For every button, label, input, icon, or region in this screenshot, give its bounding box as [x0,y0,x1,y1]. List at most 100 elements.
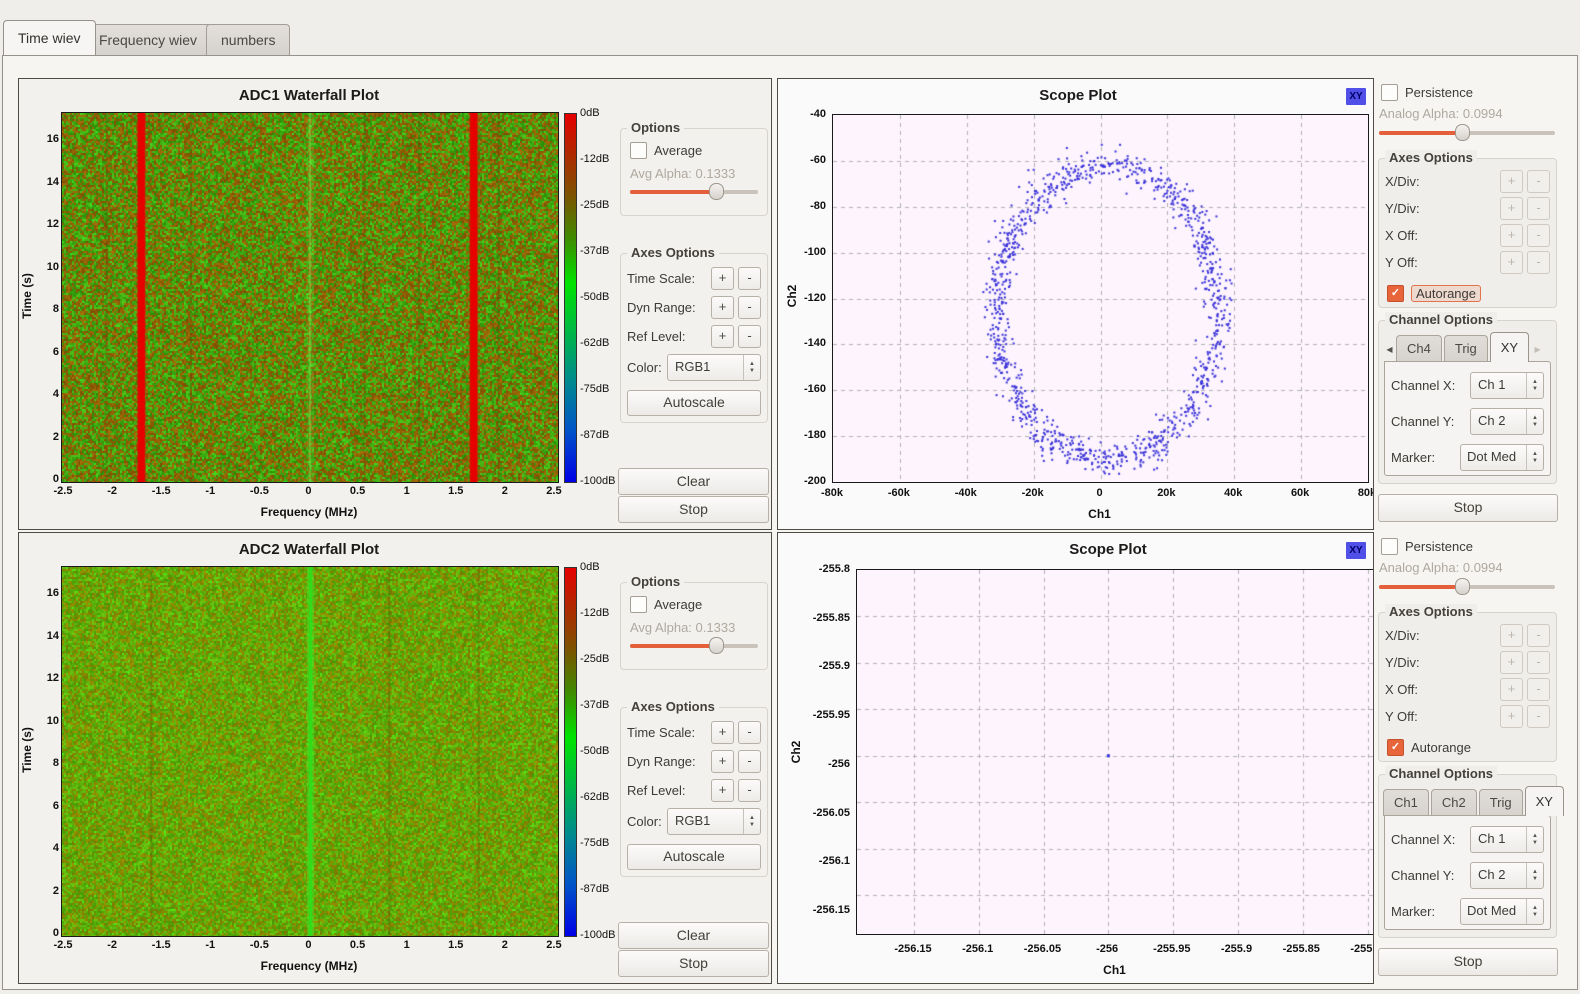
tab-frequency-view[interactable]: Frequency wiev [84,24,212,55]
tab-scroll-left-icon[interactable]: ◀ [1383,338,1396,362]
spin-arrows[interactable]: ▲▼ [1526,373,1543,398]
x-div-minus-button[interactable]: - [1527,170,1550,193]
tab-scroll-right-icon[interactable]: ▶ [1531,338,1544,362]
channel-y-spinbox[interactable]: Ch 2 ▲▼ [1470,408,1544,435]
spin-arrows[interactable]: ▲▼ [1526,445,1543,470]
marker-spinbox[interactable]: Dot Med ▲▼ [1460,898,1544,925]
time-scale-plus-button[interactable]: + [711,267,734,290]
dyn-range-minus-button[interactable]: - [738,750,761,773]
persistence-checkbox[interactable] [1381,538,1398,555]
time-scale-minus-button[interactable]: - [738,721,761,744]
avg-alpha-slider[interactable] [630,637,758,655]
ref-level-plus-button[interactable]: + [711,779,734,802]
y-off-plus-button[interactable]: + [1500,705,1523,728]
x-div-minus-button[interactable]: - [1527,624,1550,647]
tab-time-view[interactable]: Time wiev [3,20,96,55]
channel-tab-bar: Ch1Ch2TrigXY [1383,787,1553,816]
tick-label: 0 [284,939,332,951]
analog-alpha-slider[interactable] [1379,124,1555,142]
avg-alpha-slider[interactable] [630,183,758,201]
tick-label: -60 [810,152,826,168]
ref-level-label: Ref Level: [627,329,686,344]
marker-spinbox[interactable]: Dot Med ▲▼ [1460,444,1544,471]
dyn-range-plus-button[interactable]: + [711,750,734,773]
autorange-label[interactable]: Autorange [1411,740,1471,755]
spin-arrows[interactable]: ▲▼ [1526,899,1543,924]
clear-button[interactable]: Clear [618,468,769,495]
x-off-plus-button[interactable]: + [1500,678,1523,701]
stop-button[interactable]: Stop [1378,948,1558,976]
ref-level-minus-button[interactable]: - [738,779,761,802]
x-axis-label: Ch1 [832,507,1367,521]
tick-label: -256.15 [883,943,943,955]
spin-arrows[interactable]: ▲▼ [743,809,760,834]
x-off-minus-button[interactable]: - [1527,678,1550,701]
channel-x-spinbox[interactable]: Ch 1 ▲▼ [1470,372,1544,399]
dyn-range-label: Dyn Range: [627,300,696,315]
stop-button[interactable]: Stop [618,950,769,977]
ref-level-minus-button[interactable]: - [738,325,761,348]
autorange-label[interactable]: Autorange [1411,285,1481,302]
color-spinbox[interactable]: RGB1 ▲▼ [667,808,761,835]
y-div-minus-button[interactable]: - [1527,197,1550,220]
y-off-minus-button[interactable]: - [1527,251,1550,274]
channel-tab-ch2[interactable]: Ch2 [1431,789,1477,816]
tick-label: 10 [47,713,59,729]
x-div-plus-button[interactable]: + [1500,624,1523,647]
x-off-minus-button[interactable]: - [1527,224,1550,247]
autorange-checkbox[interactable]: ✓ [1387,739,1404,756]
x-axis-label: Frequency (MHz) [61,959,557,973]
stop-button[interactable]: Stop [618,496,769,523]
stop-button[interactable]: Stop [1378,494,1558,522]
autoscale-button[interactable]: Autoscale [627,844,761,870]
autoscale-button[interactable]: Autoscale [627,390,761,416]
time-scale-plus-button[interactable]: + [711,721,734,744]
time-scale-label: Time Scale: [627,271,695,286]
average-checkbox[interactable] [630,142,647,159]
dyn-range-minus-button[interactable]: - [738,296,761,319]
color-spinbox[interactable]: RGB1 ▲▼ [667,354,761,381]
spin-arrows[interactable]: ▲▼ [1526,863,1543,888]
spin-arrows[interactable]: ▲▼ [1526,409,1543,434]
channel-tab-ch4[interactable]: Ch4 [1396,335,1442,362]
scope-controls-bottom: Persistence Analog Alpha: 0.0994 Axes Op… [1377,532,1558,982]
persistence-checkbox[interactable] [1381,84,1398,101]
x-div-plus-button[interactable]: + [1500,170,1523,193]
tab-numbers[interactable]: numbers [206,24,290,55]
y-div-plus-button[interactable]: + [1500,197,1523,220]
y-div-plus-button[interactable]: + [1500,651,1523,674]
autorange-checkbox[interactable]: ✓ [1387,285,1404,302]
tick-label: -75dB [580,835,609,851]
channel-tab-trig[interactable]: Trig [1479,789,1523,816]
y-off-minus-button[interactable]: - [1527,705,1550,728]
adc2-waterfall-panel: ADC2 Waterfall Plot 0dB-12dB-25dB-37dB-5… [18,532,772,984]
slider-handle[interactable] [1455,124,1470,141]
x-off-plus-button[interactable]: + [1500,224,1523,247]
analog-alpha-slider[interactable] [1379,578,1555,596]
channel-tab-xy[interactable]: XY [1490,332,1529,362]
channel-tab-ch1[interactable]: Ch1 [1383,789,1429,816]
average-checkbox[interactable] [630,596,647,613]
dyn-range-plus-button[interactable]: + [711,296,734,319]
tick-label: -1.5 [137,939,185,951]
tick-label: -255.85 [1271,943,1331,955]
ref-level-plus-button[interactable]: + [711,325,734,348]
channel-y-spinbox[interactable]: Ch 2 ▲▼ [1470,862,1544,889]
tick-label: -62dB [580,789,609,805]
slider-handle[interactable] [709,637,724,654]
slider-handle[interactable] [1455,578,1470,595]
channel-tab-xy[interactable]: XY [1525,786,1564,816]
clear-button[interactable]: Clear [618,922,769,949]
options-legend: Options [627,574,684,589]
y-div-minus-button[interactable]: - [1527,651,1550,674]
spin-arrows[interactable]: ▲▼ [1526,827,1543,852]
time-scale-minus-button[interactable]: - [738,267,761,290]
channel-x-spinbox[interactable]: Ch 1 ▲▼ [1470,826,1544,853]
y-axis-label: Time (s) [20,236,34,356]
spin-arrows[interactable]: ▲▼ [743,355,760,380]
tick-label: -0.5 [235,485,283,497]
channel-tab-trig[interactable]: Trig [1444,335,1488,362]
y-off-plus-button[interactable]: + [1500,251,1523,274]
marker-value: Dot Med [1461,899,1526,924]
slider-handle[interactable] [709,183,724,200]
